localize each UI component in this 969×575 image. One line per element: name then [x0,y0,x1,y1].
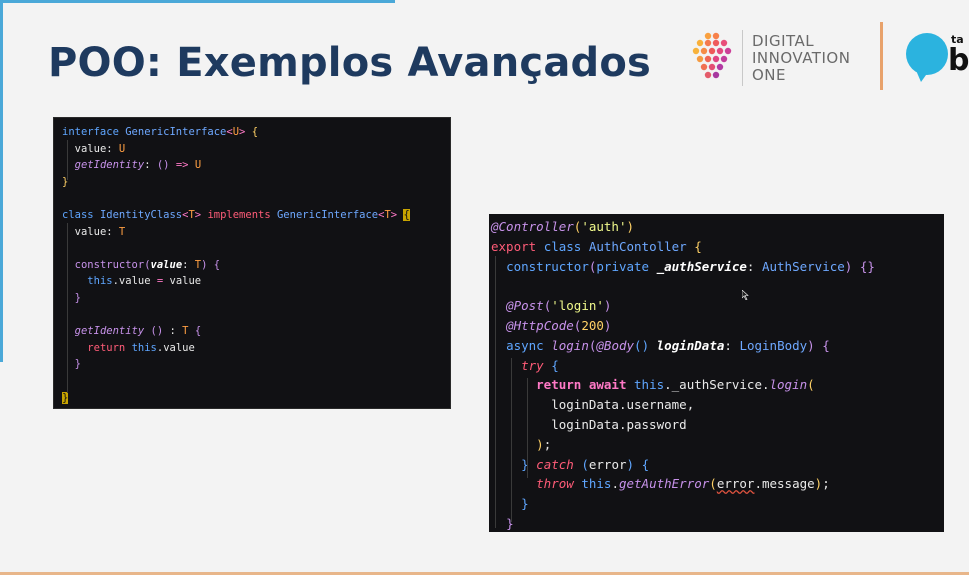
code-line: throw this.getAuthError(error.message); [536,476,830,492]
code-line: } [62,175,69,188]
indent-guide [67,140,68,180]
code-line: ); [536,436,552,452]
dio-word-2: INNOVATION [752,49,851,67]
dio-logo-icon [692,32,732,79]
code-line: getIdentity: () => U [74,159,202,172]
code-line: loginData.password [551,416,687,432]
code-line: getIdentity () : T { [74,325,202,338]
code-line: return this.value [87,341,195,354]
code-line: constructor(private _authService: AuthSe… [506,258,875,274]
code-line: } [521,496,529,512]
code-line: @Controller('auth') [491,219,635,234]
code-line: async login(@Body() loginData: LoginBody… [506,337,830,353]
top-accent-rule [0,0,395,3]
indent-guide [527,378,528,478]
code-line: interface GenericInterface<U> { [62,126,259,138]
dio-word-3: ONE [752,66,787,84]
code-line: return await this._authService.login( [536,377,815,393]
code-line: this.value = value [87,275,202,288]
code-line: loginData.username, [551,397,695,413]
code-line: value: T [74,225,126,238]
code-line: class IdentityClass<T> implements Generi… [62,208,410,221]
indent-guide [67,223,68,393]
logo-separator [742,30,743,86]
code-line: @HttpCode(200) [506,317,612,333]
partner-separator [880,22,883,90]
dio-word-1: DIGITAL [752,32,815,50]
partner-logo-big-text: b [948,43,969,78]
code-line: } [74,291,81,304]
indent-guide [511,358,512,522]
code-line: } [506,515,514,531]
code-line: } [74,358,81,371]
code-line: } catch (error) { [521,456,650,472]
partner-bubble-tail [915,68,931,82]
code-panel-generic-interface: interface GenericInterface<U> { value: U… [53,117,451,409]
code-panel-auth-controller: @Controller('auth') export class AuthCon… [489,214,944,532]
dio-wordmark: DIGITAL INNOVATION ONE [752,33,850,84]
code-line: try { [521,357,559,373]
mouse-pointer-icon [742,290,749,300]
code-line: value: U [74,142,126,155]
slide-title: POO: Exemplos Avançados [48,40,652,86]
slide: POO: Exemplos Avançados DIGITAL INNOVATI… [0,0,969,575]
indent-guide [495,256,496,528]
code-line: @Post('login') [506,298,612,314]
code-line: constructor(value: T) { [74,258,221,271]
code-line: } [62,391,69,404]
code-line: export class AuthContoller { [491,238,702,254]
left-accent-rule [0,0,3,362]
